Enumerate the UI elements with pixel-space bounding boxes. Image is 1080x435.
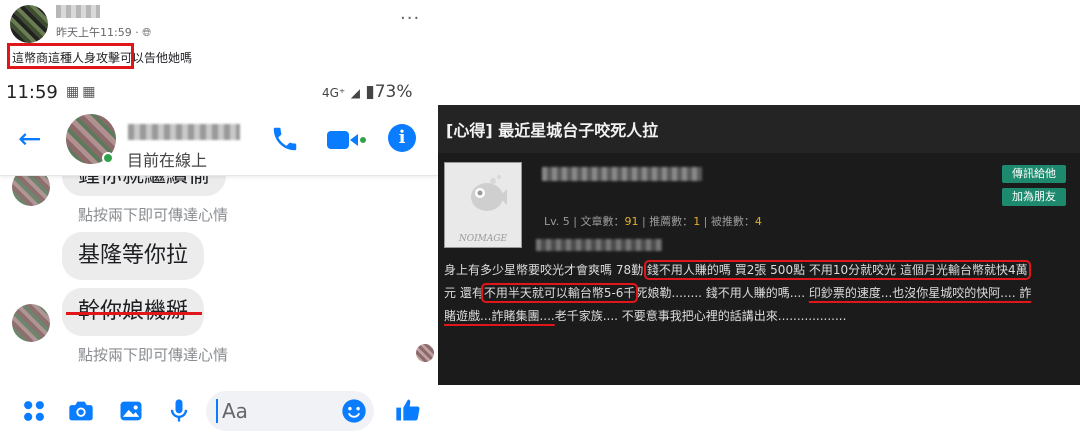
fish-logo-icon xyxy=(471,175,507,211)
post-meta-redacted xyxy=(536,239,662,251)
user-stats: Lv. 5 | 文章數：91 | 推薦數：1 | 被推數：4 xyxy=(544,215,762,228)
reaction-hint: 點按兩下即可傳達心情 xyxy=(78,346,229,364)
poster-avatar[interactable] xyxy=(10,5,48,43)
message-input[interactable]: Aa xyxy=(206,391,374,431)
image-icon[interactable] xyxy=(116,397,146,425)
globe-icon: 🌐︎ xyxy=(142,26,152,39)
strikethrough-mark xyxy=(66,312,202,315)
phone-status-bar: 11:59 ▦▦ 4G⁺ ◢ ▮73% xyxy=(0,78,438,108)
notification-icon: ▦ xyxy=(66,84,83,100)
forum-title-bar: [心得] 最近星城台子咬死人拉 xyxy=(438,105,1080,153)
post-body: 身上有多少星幣要咬光才會爽嗎 78勤 錢不用人賺的嗎 買2張 500點 不用10… xyxy=(444,259,1076,328)
signal-icon: ◢ xyxy=(350,86,360,100)
microphone-icon[interactable] xyxy=(164,397,194,425)
underline-highlight: 賭遊戲...詐賭集團.... xyxy=(444,309,555,323)
message-bubble[interactable]: 鍾你就繼續偷 xyxy=(62,176,227,196)
message-avatar[interactable] xyxy=(12,304,50,342)
more-options-icon[interactable]: ··· xyxy=(400,8,420,29)
network-type: 4G⁺ xyxy=(322,86,346,100)
reaction-hint: 點按兩下即可傳達心情 xyxy=(78,206,229,224)
text-caret xyxy=(216,399,218,423)
chat-header: ← 目前在線上 i xyxy=(0,108,438,176)
user-avatar-placeholder[interactable]: NOIMAGE xyxy=(444,162,522,248)
message-avatar[interactable] xyxy=(12,176,50,206)
status-right: 4G⁺ ◢ ▮73% xyxy=(322,82,412,102)
contact-name-redacted[interactable] xyxy=(128,124,240,140)
message-input-placeholder: Aa xyxy=(222,399,248,423)
notification-icons: ▦▦ xyxy=(66,84,98,100)
poster-name-redacted[interactable] xyxy=(56,5,100,18)
chat-messages: 鍾你就繼續偷 點按兩下即可傳達心情 基隆等你拉 幹你娘機掰 點按兩下即可傳達心情 xyxy=(0,176,438,385)
left-screenshot: 昨天上午11:59 · 🌐︎ ··· 這幣商這種人身攻擊可以告他她嗎 11:59… xyxy=(0,0,438,435)
phone-icon[interactable] xyxy=(270,124,300,154)
post-timestamp[interactable]: 昨天上午11:59 · 🌐︎ xyxy=(56,24,151,40)
forum-screenshot: [心得] 最近星城台子咬死人拉 NOIMAGE Lv. 5 | 文章數：91 |… xyxy=(438,105,1080,385)
online-status: 目前在線上 xyxy=(127,151,208,170)
notification-icon: ▦ xyxy=(82,84,99,100)
highlight-box: 錢不用人賺的嗎 買2張 500點 不用10分就咬光 這個月光輸台幣就快4萬 xyxy=(643,260,1031,280)
online-indicator xyxy=(102,152,114,164)
facebook-post-header: 昨天上午11:59 · 🌐︎ ··· 這幣商這種人身攻擊可以告他她嗎 xyxy=(0,0,438,78)
emoji-icon[interactable] xyxy=(340,397,368,425)
post-line: 身上有多少星幣要咬光才會爽嗎 78勤 錢不用人賺的嗎 買2張 500點 不用10… xyxy=(444,260,1031,280)
send-message-button[interactable]: 傳訊給他 xyxy=(1002,165,1066,183)
thumbs-up-icon[interactable] xyxy=(394,395,422,425)
message-bubble[interactable]: 基隆等你拉 xyxy=(62,232,205,280)
seen-avatar xyxy=(416,344,434,362)
battery-icon: ▮ xyxy=(365,82,375,102)
status-time: 11:59 xyxy=(6,82,58,103)
highlight-box xyxy=(7,43,134,69)
underline-highlight: 印鈔票的速度...也沒你星城咬的快阿.... 詐 xyxy=(808,286,1032,300)
add-friend-button[interactable]: 加為朋友 xyxy=(1002,188,1066,206)
username-redacted[interactable] xyxy=(542,167,702,181)
info-icon[interactable]: i xyxy=(388,124,416,152)
battery-level: 73% xyxy=(374,82,413,102)
back-arrow-icon[interactable]: ← xyxy=(18,122,41,155)
camera-icon[interactable] xyxy=(66,397,96,425)
thread-title[interactable]: [心得] 最近星城台子咬死人拉 xyxy=(446,117,658,141)
message-composer: Aa xyxy=(0,385,438,435)
video-icon[interactable] xyxy=(326,128,366,152)
menu-dots-icon[interactable] xyxy=(20,397,48,425)
post-line: 元 還有不用半天就可以輸台幣5-6千死娘勒........ 錢不用人賺的嗎...… xyxy=(444,283,1032,303)
post-line: 賭遊戲...詐賭集團....老千家族.... 不要意事我把心裡的話講出來....… xyxy=(444,309,847,323)
highlight-box: 不用半天就可以輸台幣5-6千 xyxy=(480,283,639,303)
no-image-label: NOIMAGE xyxy=(458,234,508,244)
